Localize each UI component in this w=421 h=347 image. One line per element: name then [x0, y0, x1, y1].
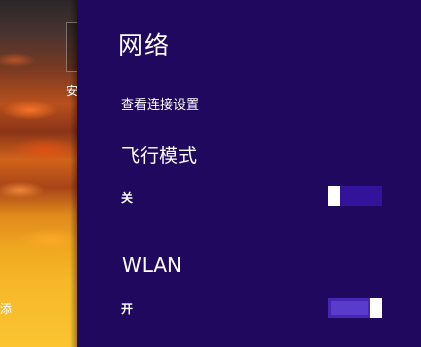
- airplane-mode-state-label: 关: [121, 191, 134, 205]
- view-connection-settings-link[interactable]: 查看连接设置: [121, 98, 199, 114]
- wlan-toggle-thumb[interactable]: [370, 298, 382, 318]
- wlan-toggle[interactable]: [328, 298, 382, 318]
- wlan-title: WLAN: [122, 253, 183, 277]
- network-settings-pane: 网络 查看连接设置 飞行模式 关 WLAN 开: [77, 0, 421, 347]
- airplane-mode-toggle-thumb[interactable]: [328, 186, 340, 206]
- wlan-state-label: 开: [121, 302, 134, 316]
- airplane-mode-title: 飞行模式: [121, 145, 198, 167]
- desktop-icon-label-tian[interactable]: 添: [0, 302, 12, 316]
- wlan-toggle-fill: [331, 301, 368, 315]
- airplane-mode-toggle[interactable]: [328, 186, 382, 206]
- pane-title: 网络: [118, 31, 171, 60]
